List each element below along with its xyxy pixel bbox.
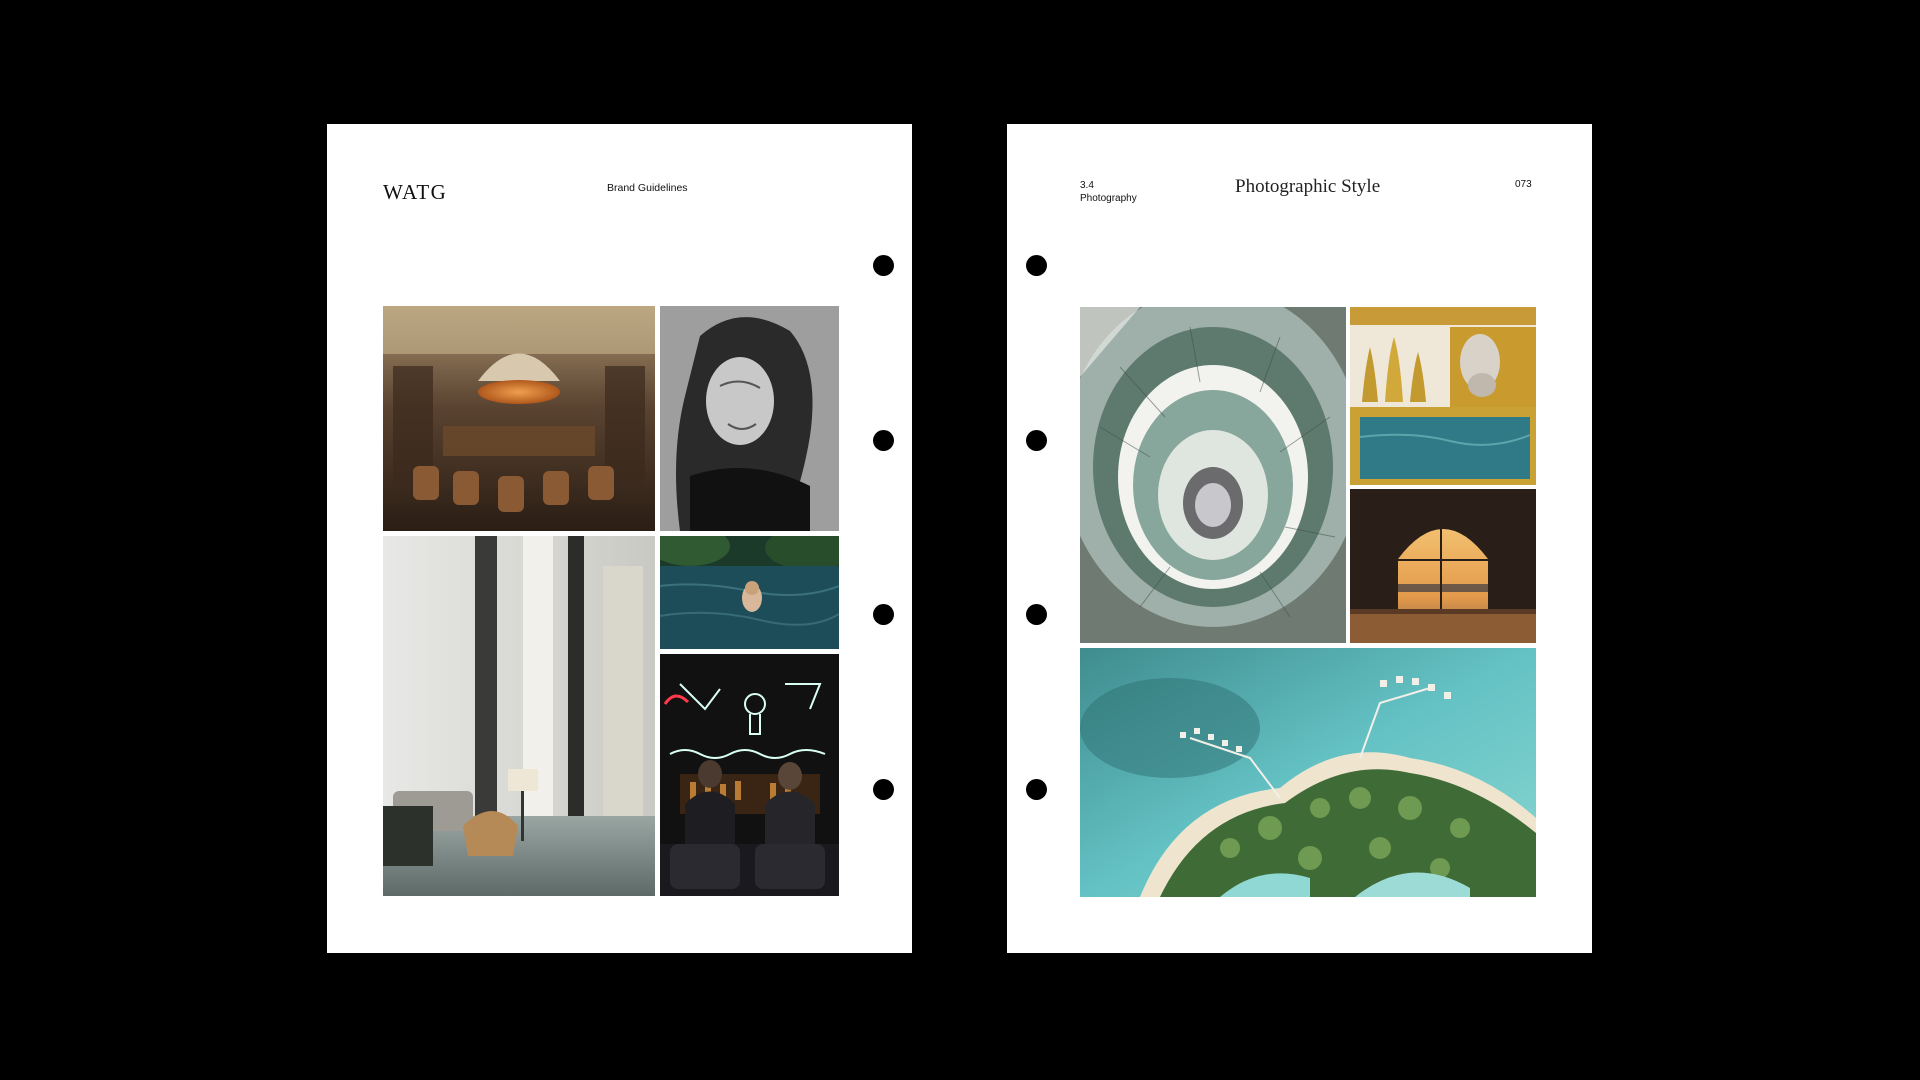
- binder-hole: [873, 604, 894, 625]
- right-page: 3.4 Photography Photographic Style 073: [1007, 124, 1592, 953]
- document-title: Brand Guidelines: [607, 182, 688, 194]
- photo-pool-swimmer: [660, 536, 839, 649]
- photo-neon-bar: [660, 654, 839, 896]
- photo-arch-window-sunset: [1350, 489, 1536, 643]
- photo-woman-portrait: [660, 306, 839, 531]
- section-number-value: 3.4: [1080, 180, 1094, 191]
- photo-island-resort-aerial: [1080, 648, 1536, 897]
- left-page: WATG Brand Guidelines: [327, 124, 912, 953]
- binder-hole: [1026, 779, 1047, 800]
- page-number: 073: [1515, 179, 1532, 190]
- binder-hole: [1026, 604, 1047, 625]
- binder-hole: [1026, 430, 1047, 451]
- section-number: 3.4 Photography: [1080, 179, 1137, 205]
- binder-hole: [873, 779, 894, 800]
- binder-hole: [873, 430, 894, 451]
- photo-restaurant-dining-room: [383, 306, 655, 531]
- binder-hole: [1026, 255, 1047, 276]
- watg-logo: WATG: [383, 180, 448, 204]
- binder-hole: [873, 255, 894, 276]
- section-name: Photography: [1080, 193, 1137, 204]
- photo-hotel-lobby: [383, 536, 655, 896]
- page-heading: Photographic Style: [1235, 176, 1381, 197]
- photo-indoor-pool-gold: [1350, 307, 1536, 485]
- photo-spiral-staircase: [1080, 307, 1346, 643]
